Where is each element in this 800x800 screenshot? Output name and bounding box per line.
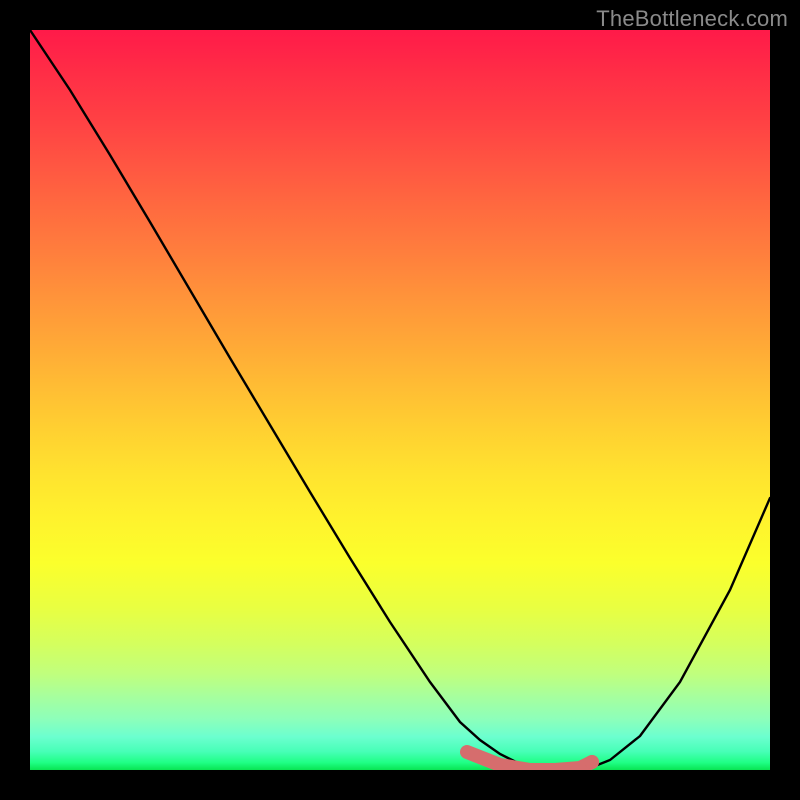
watermark-text: TheBottleneck.com [596, 6, 788, 32]
marker-band [467, 752, 592, 770]
plot-area [30, 30, 770, 770]
chart-frame: TheBottleneck.com [0, 0, 800, 800]
marker-dot [585, 755, 599, 769]
main-curve [30, 30, 770, 770]
chart-svg [30, 30, 770, 770]
